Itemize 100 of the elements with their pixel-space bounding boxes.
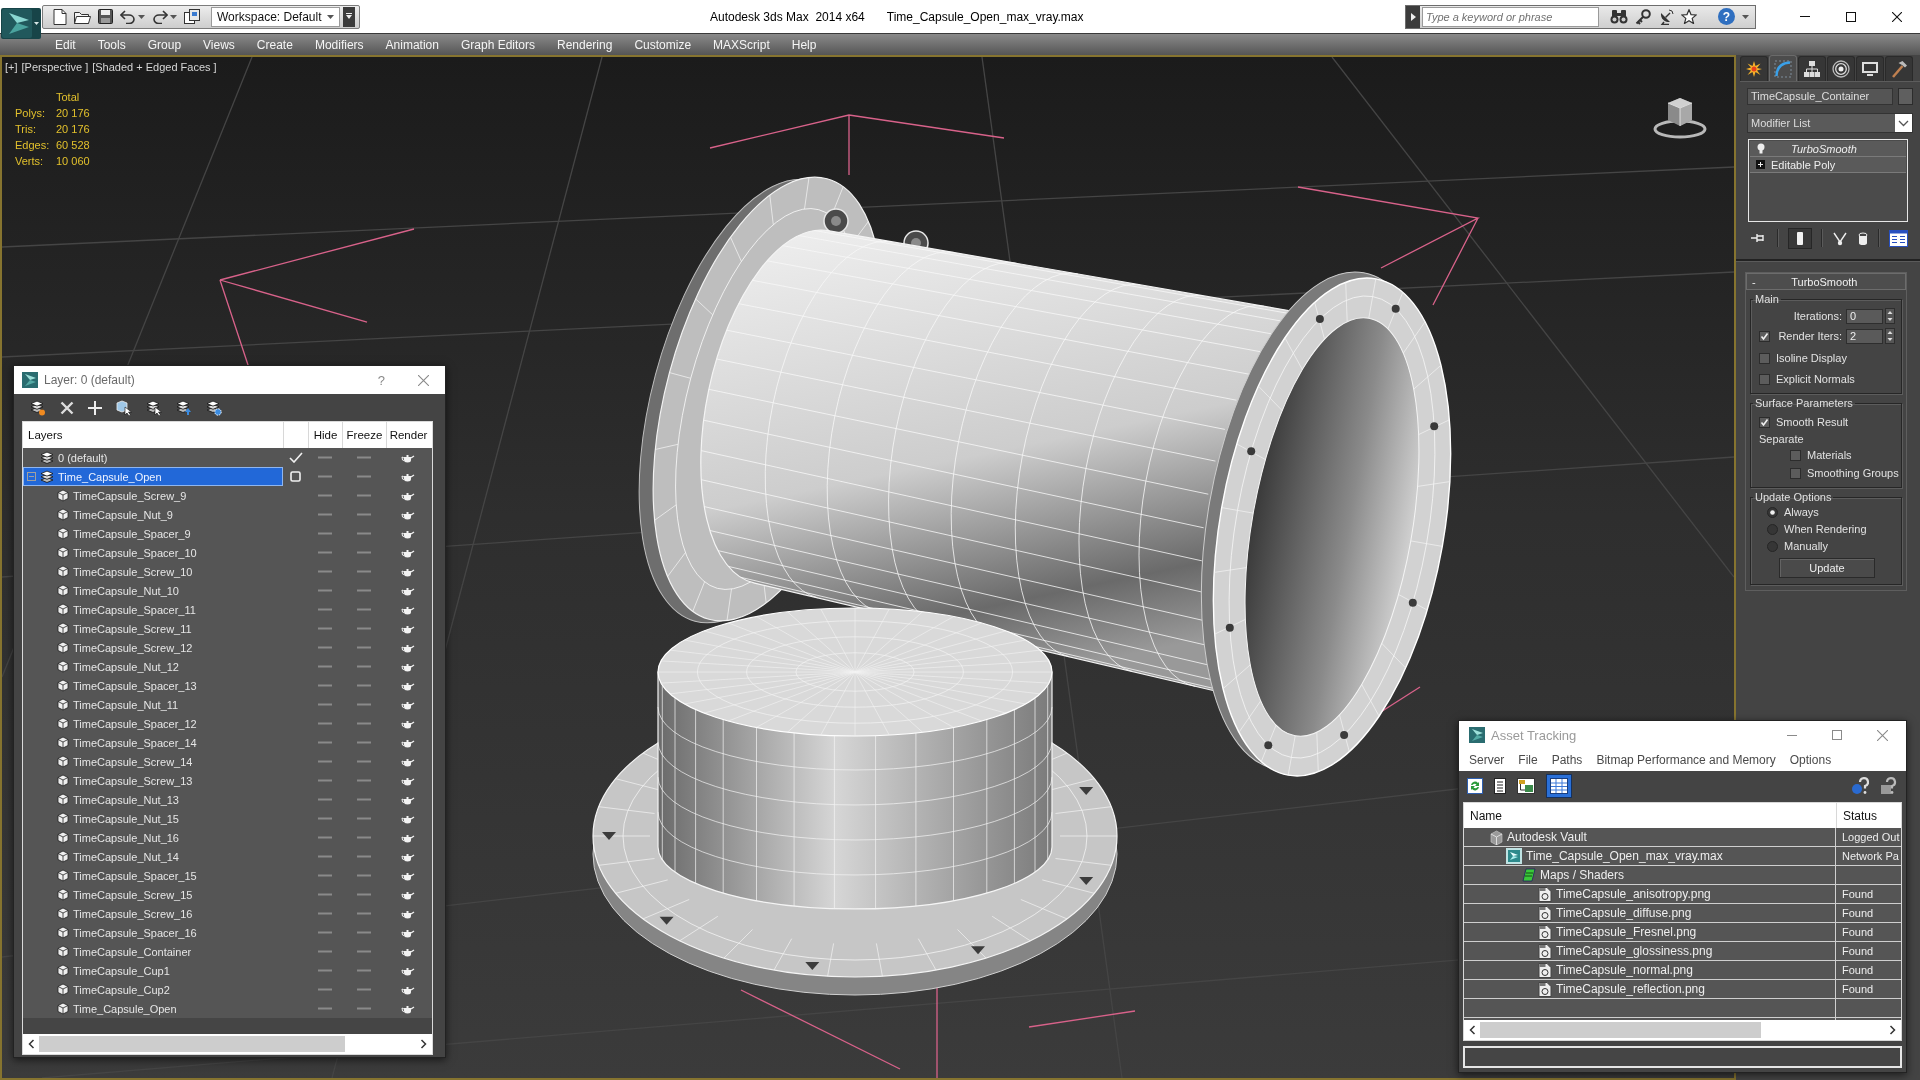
new-file-icon[interactable] — [53, 8, 67, 25]
panel-tab[interactable] — [1798, 56, 1826, 81]
stack-item[interactable]: TurboSmooth — [1750, 141, 1906, 157]
satellite-dish-icon[interactable] — [1658, 8, 1674, 25]
menu-item[interactable]: Group — [136, 37, 193, 52]
panel-tab[interactable] — [1827, 56, 1855, 81]
viewport-label[interactable]: [Shaded + Edged Faces ] — [92, 61, 217, 74]
menu-item[interactable]: Paths — [1544, 753, 1590, 767]
teapot-icon[interactable] — [401, 699, 415, 710]
layers-gear-icon[interactable] — [206, 399, 222, 416]
object-item[interactable]: TimeCapsule_Screw_12 — [23, 638, 283, 657]
menu-item[interactable]: Graph Editors — [449, 37, 546, 52]
teapot-icon[interactable] — [401, 946, 415, 957]
list-window-icon[interactable] — [1889, 229, 1908, 247]
object-item[interactable]: TimeCapsule_Screw_14 — [23, 752, 283, 771]
refresh-icon[interactable] — [1467, 778, 1483, 794]
object-item[interactable]: TimeCapsule_Screw_15 — [23, 885, 283, 904]
teapot-icon[interactable] — [401, 680, 415, 691]
cross-icon[interactable] — [60, 400, 74, 415]
object-item[interactable]: TimeCapsule_Spacer_14 — [23, 733, 283, 752]
caret-icon[interactable] — [138, 14, 145, 19]
asset-item[interactable]: TimeCapsule_reflection.png — [1464, 980, 1836, 998]
rollout-header[interactable]: - TurboSmooth — [1746, 273, 1906, 290]
minimize-icon[interactable] — [1787, 734, 1797, 736]
menu-item[interactable]: MAXScript — [702, 37, 781, 52]
menu-item[interactable]: Options — [1782, 753, 1839, 767]
object-item[interactable]: TimeCapsule_Spacer_13 — [23, 676, 283, 695]
collapse-toggle[interactable]: - — [1752, 275, 1756, 288]
panel-tab[interactable] — [1740, 56, 1768, 81]
layers-dot-icon[interactable] — [30, 399, 46, 416]
menu-item[interactable]: Modifiers — [303, 37, 375, 52]
checkbox[interactable] — [1790, 449, 1801, 461]
scrollbar-thumb[interactable] — [1480, 1022, 1761, 1038]
checkbox[interactable] — [1759, 416, 1770, 428]
teapot-icon[interactable] — [401, 927, 415, 938]
horizontal-scrollbar[interactable] — [1464, 1020, 1901, 1040]
teapot-icon[interactable] — [401, 623, 415, 634]
teapot-icon[interactable] — [401, 547, 415, 558]
teapot-icon[interactable] — [401, 490, 415, 501]
teapot-icon[interactable] — [401, 965, 415, 976]
square-icon[interactable] — [290, 471, 301, 482]
teapot-icon[interactable] — [401, 1003, 415, 1014]
object-item[interactable]: TimeCapsule_Spacer_11 — [23, 600, 283, 619]
column-header[interactable]: Status — [1836, 803, 1901, 828]
checkbox[interactable] — [1759, 330, 1770, 342]
teapot-icon[interactable] — [401, 756, 415, 767]
object-item[interactable]: TimeCapsule_Nut_12 — [23, 657, 283, 676]
teapot-icon[interactable] — [401, 585, 415, 596]
column-header[interactable]: Layers — [23, 422, 283, 448]
teapot-icon[interactable] — [401, 737, 415, 748]
maximize-icon[interactable] — [1846, 11, 1856, 22]
teapot-icon[interactable] — [401, 604, 415, 615]
teapot-icon[interactable] — [401, 471, 415, 482]
help-globe-icon[interactable] — [1851, 777, 1869, 795]
asset-item[interactable]: Maps / Shaders — [1464, 866, 1836, 884]
plus-icon[interactable] — [88, 400, 102, 415]
undo-icon[interactable] — [120, 9, 136, 24]
teapot-icon[interactable] — [401, 794, 415, 805]
table-icon[interactable] — [1546, 774, 1572, 798]
object-item[interactable]: TimeCapsule_Spacer_9 — [23, 524, 283, 543]
bin-icon[interactable] — [1857, 230, 1869, 246]
caret-icon[interactable] — [1742, 14, 1749, 19]
tree-picture-icon[interactable] — [1517, 778, 1535, 794]
checkbox[interactable] — [1790, 467, 1801, 479]
object-item[interactable]: TimeCapsule_Screw_11 — [23, 619, 283, 638]
menu-item[interactable]: Customize — [623, 37, 703, 52]
scroll-right-icon[interactable] — [1889, 1025, 1896, 1035]
object-item[interactable]: TimeCapsule_Nut_15 — [23, 809, 283, 828]
menu-item[interactable]: File — [1511, 753, 1545, 767]
object-name-field[interactable]: TimeCapsule_Container — [1747, 88, 1893, 105]
teapot-icon[interactable] — [401, 908, 415, 919]
modifier-list-dropdown[interactable]: Modifier List — [1747, 113, 1913, 133]
binoculars-icon[interactable] — [1610, 9, 1628, 24]
radio-button[interactable] — [1767, 540, 1778, 552]
help-button[interactable]: ? — [377, 372, 385, 388]
scrollbar-thumb[interactable] — [39, 1036, 345, 1052]
star-icon[interactable] — [1681, 9, 1697, 24]
object-item[interactable]: TimeCapsule_Cup1 — [23, 961, 283, 980]
teapot-icon[interactable] — [401, 870, 415, 881]
spinner-arrows-icon[interactable] — [1885, 308, 1895, 324]
object-item[interactable]: TimeCapsule_Nut_11 — [23, 695, 283, 714]
spinner-field[interactable]: 0 — [1846, 308, 1883, 324]
teapot-icon[interactable] — [401, 661, 415, 672]
lightbulb-icon[interactable] — [1757, 143, 1765, 154]
teapot-icon[interactable] — [401, 832, 415, 843]
asset-item[interactable]: TimeCapsule_anisotropy.png — [1464, 885, 1836, 903]
update-button[interactable]: Update — [1779, 558, 1875, 578]
teapot-icon[interactable] — [401, 452, 415, 463]
pillar-icon[interactable] — [1788, 227, 1812, 249]
checkmark-icon[interactable] — [288, 452, 303, 463]
teapot-icon[interactable] — [401, 528, 415, 539]
teapot-icon[interactable] — [401, 642, 415, 653]
spinner-field[interactable]: 2 — [1846, 328, 1883, 344]
radio-button[interactable] — [1767, 523, 1778, 535]
panel-tab[interactable] — [1885, 56, 1913, 81]
object-item[interactable]: TimeCapsule_Nut_16 — [23, 828, 283, 847]
layers-arrow-icon[interactable] — [176, 399, 192, 416]
object-item[interactable]: TimeCapsule_Nut_14 — [23, 847, 283, 866]
fork-icon[interactable] — [1832, 230, 1848, 246]
asset-item[interactable]: Autodesk Vault — [1464, 828, 1836, 846]
